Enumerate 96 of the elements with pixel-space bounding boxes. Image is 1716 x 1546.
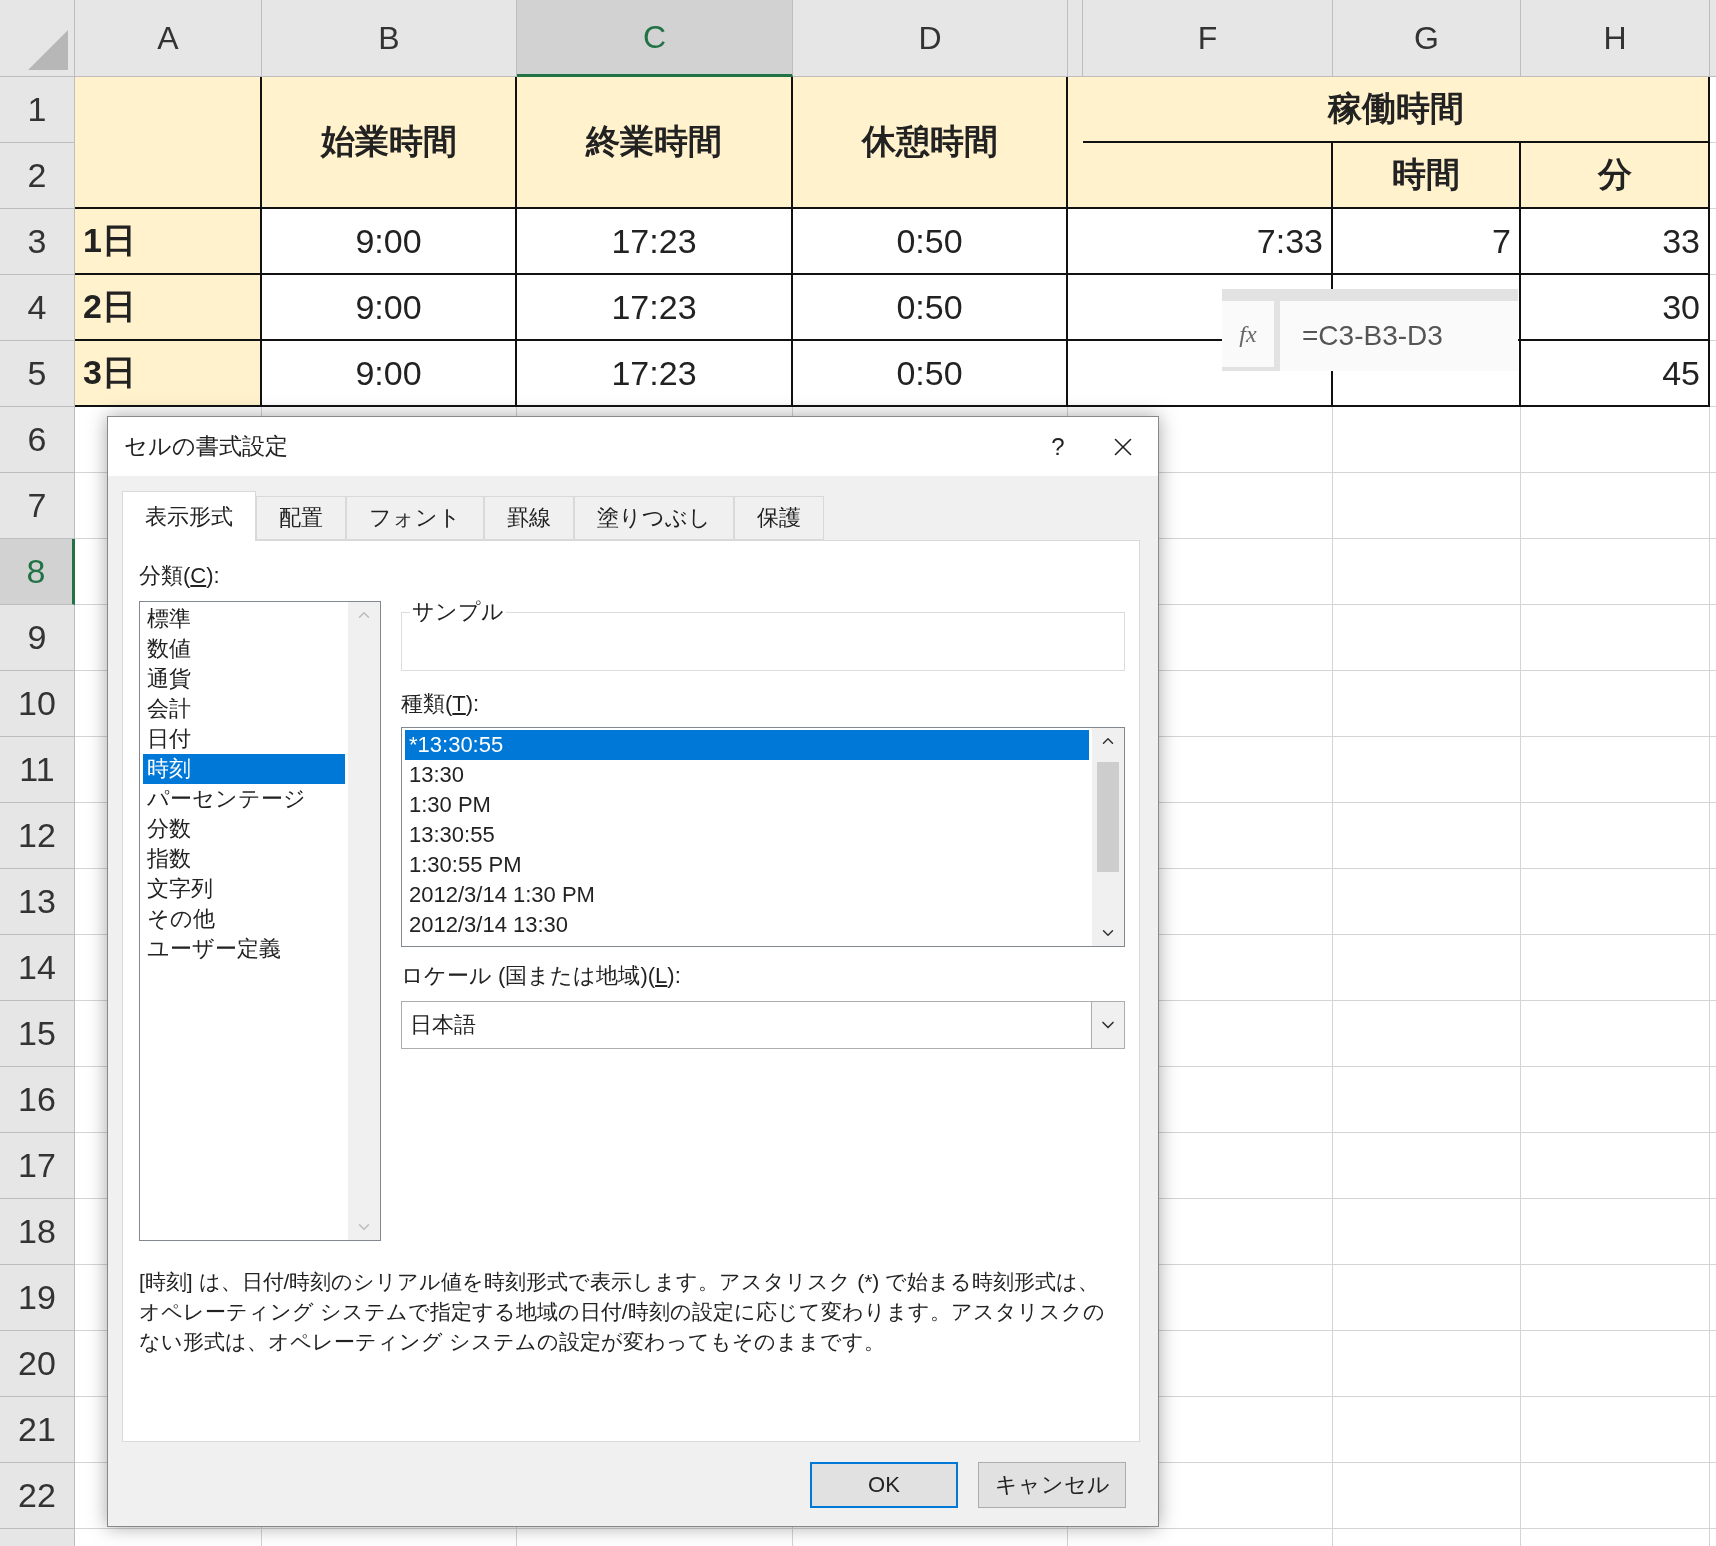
table-cell: 30 — [1521, 275, 1710, 341]
tab[interactable]: 保護 — [734, 496, 824, 540]
category-item[interactable]: 時刻 — [143, 754, 345, 784]
table-cell: 9:00 — [262, 341, 517, 407]
scrollbar[interactable] — [1092, 728, 1124, 946]
table-cell: 7:33 — [1083, 209, 1333, 275]
category-item[interactable]: 数値 — [143, 634, 345, 664]
table-cell: 0:50 — [793, 341, 1068, 407]
table-cell: 3日 — [75, 341, 262, 407]
header-cell: 時間 — [1333, 143, 1521, 209]
row-header[interactable]: 11 — [0, 737, 75, 803]
table-cell: 9:00 — [262, 275, 517, 341]
column-header[interactable]: G — [1333, 0, 1521, 77]
select-all-button[interactable] — [0, 0, 75, 77]
table-cell: 17:23 — [517, 341, 793, 407]
type-list[interactable]: *13:30:55 13:30 1:30 PM 13:30:55 1:30:55 PM 2012/3/14 1:30 PM 2012/3/14 13:30 — [401, 727, 1125, 947]
column-header[interactable]: C — [517, 0, 793, 77]
table-cell: 0:50 — [793, 209, 1068, 275]
table-cell: 9:00 — [262, 209, 517, 275]
locale-dropdown[interactable]: 日本語 — [401, 1001, 1125, 1049]
table-cell: 2日 — [75, 275, 262, 341]
type-item[interactable]: 2012/3/14 1:30 PM — [405, 880, 1089, 910]
row-header[interactable]: 20 — [0, 1331, 75, 1397]
header-cell: 終業時間 — [517, 77, 793, 209]
table-cell: 33 — [1521, 209, 1710, 275]
row-header[interactable]: 21 — [0, 1397, 75, 1463]
category-item[interactable]: 日付 — [143, 724, 345, 754]
header-cell: 始業時間 — [262, 77, 517, 209]
row-header[interactable]: 14 — [0, 935, 75, 1001]
row-header[interactable]: 15 — [0, 1001, 75, 1067]
table-cell: 45 — [1521, 341, 1710, 407]
header-cell: 稼働時間 — [1083, 77, 1710, 143]
tab[interactable]: 罫線 — [484, 496, 574, 540]
tab[interactable]: 塗りつぶし — [574, 496, 734, 540]
type-label: 種類(T): — [401, 690, 481, 718]
row-header[interactable]: 10 — [0, 671, 75, 737]
type-item[interactable]: *13:30:55 — [405, 730, 1089, 760]
row-header[interactable]: 6 — [0, 407, 75, 473]
row-header[interactable]: 4 — [0, 275, 75, 341]
help-button[interactable]: ? — [1028, 421, 1088, 472]
type-item[interactable]: 1:30:55 PM — [405, 850, 1089, 880]
row-header[interactable]: 13 — [0, 869, 75, 935]
type-item[interactable]: 1:30 PM — [405, 790, 1089, 820]
row-header[interactable]: 9 — [0, 605, 75, 671]
formula-text: =C3-B3-D3 — [1301, 319, 1444, 353]
category-item[interactable]: 文字列 — [143, 874, 345, 904]
column-header[interactable]: A — [75, 0, 262, 77]
table-cell: 17:23 — [517, 275, 793, 341]
description-text: [時刻] は、日付/時刻のシリアル値を時刻形式で表示します。アスタリスク (*) で始まる時刻形式は、オペレーティング システムで指定する地域の日付/時刻の設定に応じて変わります。アスタリスクのない形式は、オペレーティング システムの設定が変わってもそのままです。 — [139, 1269, 1106, 1355]
category-list[interactable]: 標準 数値 通貨 会計 日付 時刻 パーセンテージ 分数 指数 文字列 その他 ユーザー定義 — [139, 601, 381, 1241]
cancel-button[interactable]: キャンセル — [978, 1462, 1126, 1508]
category-item[interactable]: ユーザー定義 — [143, 934, 345, 964]
header-cell: 休憩時間 — [793, 77, 1068, 209]
table-cell: 0:50 — [793, 275, 1068, 341]
scrollbar[interactable] — [348, 602, 380, 1240]
corner-triangle-icon — [28, 30, 68, 70]
type-item[interactable]: 13:30 — [405, 760, 1089, 790]
ok-button[interactable]: OK — [810, 1462, 958, 1508]
row-header[interactable]: 2 — [0, 143, 75, 209]
column-header[interactable]: H — [1521, 0, 1710, 77]
category-label: 分類(C): — [139, 562, 221, 590]
row-header[interactable]: 7 — [0, 473, 75, 539]
row-header[interactable]: 22 — [0, 1463, 75, 1529]
table-cell: 7 — [1333, 209, 1521, 275]
column-header[interactable] — [1068, 0, 1083, 77]
row-header[interactable]: 5 — [0, 341, 75, 407]
type-item[interactable]: 13:30:55 — [405, 820, 1089, 850]
tab[interactable]: 表示形式 — [122, 491, 256, 541]
tab[interactable]: 配置 — [256, 496, 346, 540]
row-header[interactable]: 17 — [0, 1133, 75, 1199]
column-header[interactable]: B — [262, 0, 517, 77]
function-button[interactable]: fx — [1222, 301, 1280, 371]
column-header[interactable]: F — [1083, 0, 1333, 77]
header-cell: 分 — [1521, 143, 1710, 209]
category-item[interactable]: その他 — [143, 904, 345, 934]
row-header[interactable]: 8 — [0, 539, 75, 605]
table-cell: 17:23 — [517, 209, 793, 275]
row-header[interactable]: 3 — [0, 209, 75, 275]
row-header[interactable]: 1 — [0, 77, 75, 143]
category-item[interactable]: 標準 — [143, 604, 345, 634]
category-item[interactable]: 会計 — [143, 694, 345, 724]
category-item[interactable]: パーセンテージ — [143, 784, 345, 814]
category-item[interactable]: 指数 — [143, 844, 345, 874]
column-header[interactable]: D — [793, 0, 1068, 77]
tab[interactable]: フォント — [346, 496, 484, 540]
category-item[interactable]: 通貨 — [143, 664, 345, 694]
category-item[interactable]: 分数 — [143, 814, 345, 844]
row-header[interactable]: 12 — [0, 803, 75, 869]
dialog-title: セルの書式設定 — [124, 432, 289, 461]
row-header[interactable]: 18 — [0, 1199, 75, 1265]
row-header[interactable]: 16 — [0, 1067, 75, 1133]
locale-label: ロケール (国または地域)(L): — [401, 962, 682, 990]
type-item[interactable]: 2012/3/14 13:30 — [405, 910, 1089, 940]
table-cell: 1日 — [75, 209, 262, 275]
sample-label: サンプル — [411, 598, 505, 626]
row-header[interactable]: 19 — [0, 1265, 75, 1331]
